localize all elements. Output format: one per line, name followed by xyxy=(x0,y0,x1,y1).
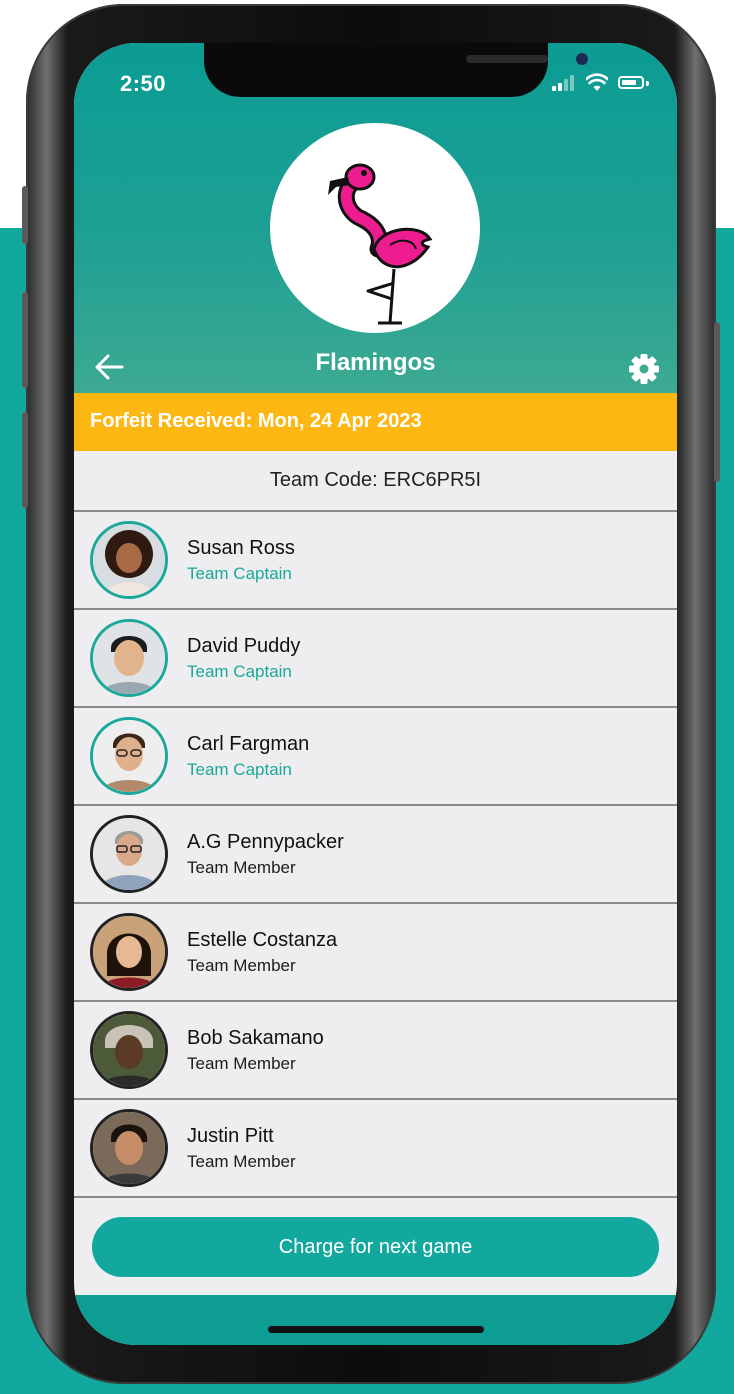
status-time: 2:50 xyxy=(120,71,167,96)
person-avatar-icon xyxy=(93,916,165,988)
person-avatar-icon xyxy=(93,524,165,596)
signal-icon xyxy=(552,73,574,93)
member-row[interactable]: Carl Fargman Team Captain xyxy=(74,708,677,806)
volume-down-button xyxy=(22,412,28,508)
person-avatar-icon xyxy=(93,1014,165,1086)
charge-next-game-button[interactable]: Charge for next game xyxy=(92,1217,659,1277)
member-row[interactable]: A.G Pennypacker Team Member xyxy=(74,806,677,904)
power-button xyxy=(714,322,720,482)
battery-icon xyxy=(618,76,644,89)
home-indicator[interactable] xyxy=(268,1326,484,1333)
avatar xyxy=(90,619,168,697)
member-row[interactable]: Estelle Costanza Team Member xyxy=(74,904,677,1002)
member-role: Team Captain xyxy=(187,760,292,779)
team-logo xyxy=(270,123,480,333)
page-title: Flamingos xyxy=(315,349,436,376)
member-role: Team Captain xyxy=(187,662,292,681)
person-avatar-icon xyxy=(93,622,165,694)
member-name: A.G Pennypacker xyxy=(187,831,344,853)
avatar xyxy=(90,521,168,599)
member-row[interactable]: Justin Pitt Team Member xyxy=(74,1100,677,1198)
person-avatar-icon xyxy=(93,1112,165,1184)
member-name: David Puddy xyxy=(187,635,301,657)
member-name: Carl Fargman xyxy=(187,733,310,755)
member-list: Susan Ross Team Captain David Puddy Team… xyxy=(74,512,677,1198)
forfeit-banner: Forfeit Received: Mon, 24 Apr 2023 xyxy=(74,393,677,451)
member-row[interactable]: Susan Ross Team Captain xyxy=(74,512,677,610)
bottom-bar xyxy=(74,1295,677,1345)
member-role: Team Captain xyxy=(187,564,292,583)
member-row[interactable]: Bob Sakamano Team Member xyxy=(74,1002,677,1100)
wifi-icon xyxy=(586,73,608,91)
phone-screen: 2:50 Flamingos Forfeit Received: Mon, 24… xyxy=(74,43,677,1345)
member-role: Team Member xyxy=(187,1152,296,1171)
flamingo-icon xyxy=(328,163,433,325)
person-avatar-icon xyxy=(93,818,165,890)
avatar xyxy=(90,1011,168,1089)
silent-switch xyxy=(22,186,28,244)
team-code: Team Code: ERC6PR5I xyxy=(74,451,677,512)
camera-icon xyxy=(576,53,588,65)
avatar xyxy=(90,1109,168,1187)
gear-icon[interactable] xyxy=(627,352,661,386)
forfeit-banner-text: Forfeit Received: Mon, 24 Apr 2023 xyxy=(90,410,422,432)
volume-up-button xyxy=(22,292,28,388)
member-name: Susan Ross xyxy=(187,537,295,559)
speaker-grille xyxy=(466,55,548,63)
avatar xyxy=(90,815,168,893)
member-role: Team Member xyxy=(187,1054,296,1073)
member-name: Estelle Costanza xyxy=(187,929,338,951)
member-name: Bob Sakamano xyxy=(187,1027,324,1049)
notch xyxy=(204,43,588,97)
avatar xyxy=(90,717,168,795)
avatar xyxy=(90,913,168,991)
person-avatar-icon xyxy=(93,720,165,792)
member-role: Team Member xyxy=(187,858,296,877)
member-row[interactable]: David Puddy Team Captain xyxy=(74,610,677,708)
member-role: Team Member xyxy=(187,956,296,975)
member-name: Justin Pitt xyxy=(187,1125,274,1147)
